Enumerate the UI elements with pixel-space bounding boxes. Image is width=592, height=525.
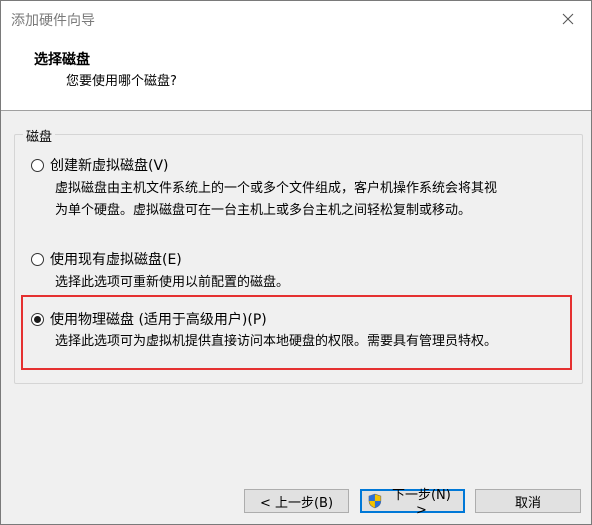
cancel-button[interactable]: 取消 (475, 489, 581, 513)
description-line: 选择此选项可重新使用以前配置的磁盘。 (55, 275, 290, 290)
radio-create-new-virtual-disk[interactable]: 创建新虚拟磁盘(V) (31, 155, 169, 175)
page-subtitle: 您要使用哪个磁盘? (66, 74, 177, 89)
option-label: 创建新虚拟磁盘(V) (50, 158, 169, 174)
option-description-create-new: 虚拟磁盘由主机文件系统上的一个或多个文件组成，客户机操作系统会将其视 为单个硬盘… (55, 178, 575, 222)
close-icon (562, 13, 574, 25)
radio-button[interactable] (31, 158, 44, 172)
add-hardware-wizard-window: 添加硬件向导 选择磁盘 您要使用哪个磁盘? 磁盘 创建新虚拟磁盘(V) 虚拟磁盘… (0, 0, 592, 525)
uac-shield-icon (368, 493, 382, 509)
page-title: 选择磁盘 (34, 52, 90, 68)
back-button[interactable]: < 上一步(B) (244, 489, 349, 513)
radio-use-existing-virtual-disk[interactable]: 使用现有虚拟磁盘(E) (31, 249, 182, 269)
radio-button[interactable] (31, 252, 44, 266)
option-label: 使用物理磁盘 (适用于高级用户)(P) (50, 312, 267, 328)
wizard-header: 选择磁盘 您要使用哪个磁盘? (1, 37, 591, 111)
description-line: 虚拟磁盘由主机文件系统上的一个或多个文件组成，客户机操作系统会将其视 (55, 181, 498, 196)
description-line: 选择此选项可为虚拟机提供直接访问本地硬盘的权限。需要具有管理员特权。 (55, 334, 498, 349)
radio-use-physical-disk[interactable]: 使用物理磁盘 (适用于高级用户)(P) (31, 309, 267, 329)
next-button[interactable]: 下一步(N) > (360, 488, 465, 518)
option-description-use-physical: 选择此选项可为虚拟机提供直接访问本地硬盘的权限。需要具有管理员特权。 (55, 331, 575, 353)
radio-button-selected[interactable] (31, 312, 44, 326)
description-line: 为单个硬盘。虚拟磁盘可在一台主机上或多台主机之间轻松复制或移动。 (55, 203, 472, 218)
close-button[interactable] (545, 1, 591, 37)
window-title: 添加硬件向导 (11, 13, 95, 29)
option-description-use-existing: 选择此选项可重新使用以前配置的磁盘。 (55, 272, 575, 294)
title-bar: 添加硬件向导 (1, 1, 591, 37)
disk-group-label: 磁盘 (23, 126, 56, 145)
option-label: 使用现有虚拟磁盘(E) (50, 252, 182, 268)
next-button-label: 下一步(N) > (391, 488, 451, 518)
